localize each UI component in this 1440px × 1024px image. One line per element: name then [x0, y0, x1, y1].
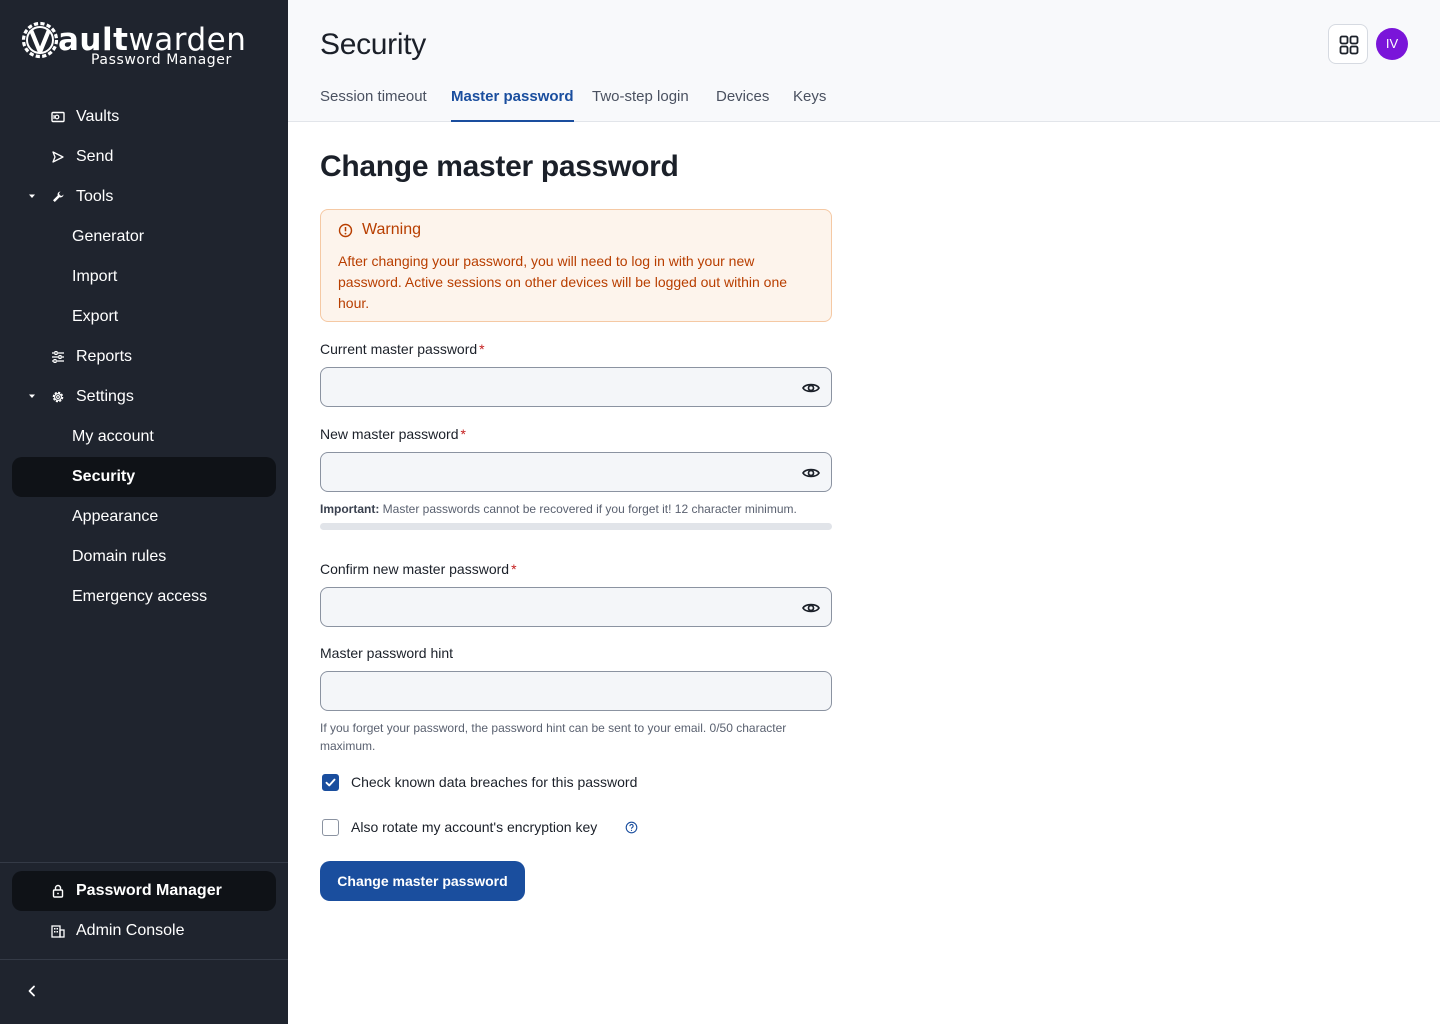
current-password-label: Current master password *	[320, 341, 485, 357]
sidebar-item-label: Tools	[76, 188, 114, 205]
password-strength-meter	[320, 523, 832, 530]
reports-icon	[52, 351, 64, 363]
vaultwarden-logo[interactable]: aultwarden Password Manager	[20, 18, 246, 74]
page-header: Security IV Session timeout Master passw…	[288, 0, 1440, 122]
caret-down-icon[interactable]	[26, 190, 38, 202]
sidebar-item-my-account[interactable]: My account	[12, 417, 276, 457]
sidebar-item-security[interactable]: Security	[12, 457, 276, 497]
gear-logo-icon	[21, 21, 59, 59]
sidebar-item-appearance[interactable]: Appearance	[12, 497, 276, 537]
eye-icon[interactable]	[801, 378, 821, 398]
tab-keys[interactable]: Keys	[793, 88, 826, 122]
confirm-password-label: Confirm new master password *	[320, 561, 517, 577]
sidebar-item-emergency-access[interactable]: Emergency access	[12, 577, 276, 617]
warning-title: Warning	[362, 221, 421, 238]
eye-icon[interactable]	[801, 598, 821, 618]
password-hint-help: If you forget your password, the passwor…	[320, 721, 787, 753]
new-password-label: New master password *	[320, 426, 466, 442]
sidebar-item-label: Appearance	[72, 508, 159, 525]
current-password-field	[320, 367, 832, 407]
product-switcher-password-manager[interactable]: Password Manager	[12, 871, 276, 911]
tab-devices[interactable]: Devices	[716, 88, 769, 122]
send-icon	[52, 151, 64, 163]
sidebar-item-label: Vaults	[76, 108, 120, 125]
sidebar-item-vaults[interactable]: Vaults	[12, 97, 276, 137]
warning-icon	[338, 223, 353, 238]
sidebar-item-import[interactable]: Import	[12, 257, 276, 297]
password-hint-label: Master password hint	[320, 645, 454, 661]
question-circle-icon[interactable]	[625, 821, 638, 834]
sidebar-item-label: Generator	[72, 228, 145, 245]
sidebar-item-send[interactable]: Send	[12, 137, 276, 177]
product-switcher-admin-console[interactable]: Admin Console	[12, 911, 276, 951]
new-password-input[interactable]	[333, 453, 793, 491]
building-icon	[51, 925, 65, 938]
current-password-input[interactable]	[333, 368, 793, 406]
tab-two-step-login[interactable]: Two-step login	[592, 88, 689, 122]
rotate-key-checkbox[interactable]	[322, 819, 339, 836]
product-label: Password Manager	[76, 882, 222, 899]
warning-body: After changing your password, you will n…	[338, 253, 788, 311]
new-password-hint: Important: Master passwords cannot be re…	[320, 502, 797, 516]
password-hint-field	[320, 671, 832, 711]
sidebar-divider	[0, 959, 288, 960]
sidebar-divider	[0, 862, 288, 863]
page-title: Security	[320, 28, 426, 61]
checkmark-icon	[325, 778, 336, 787]
sidebar-item-settings[interactable]: Settings	[12, 377, 276, 417]
sidebar-item-label: Emergency access	[72, 588, 208, 605]
rotate-key-checkbox-label[interactable]: Also rotate my account's encryption key	[351, 819, 597, 835]
wrench-icon	[53, 191, 64, 202]
breach-checkbox-label[interactable]: Check known data breaches for this passw…	[351, 774, 637, 790]
breach-checkbox[interactable]	[322, 774, 339, 791]
confirm-password-field	[320, 587, 832, 627]
sidebar-item-domain-rules[interactable]: Domain rules	[12, 537, 276, 577]
gear-icon	[52, 391, 64, 403]
sidebar-item-tools[interactable]: Tools	[12, 177, 276, 217]
sidebar-item-label: Send	[76, 148, 114, 165]
sidebar-item-reports[interactable]: Reports	[12, 337, 276, 377]
sidebar-item-generator[interactable]: Generator	[12, 217, 276, 257]
caret-down-icon[interactable]	[26, 390, 38, 402]
password-hint-input[interactable]	[333, 672, 793, 710]
sidebar-item-label: My account	[72, 428, 154, 445]
lock-icon	[52, 884, 64, 898]
sidebar-item-label: Import	[72, 268, 118, 285]
product-label: Admin Console	[76, 922, 185, 939]
chevron-left-icon[interactable]	[22, 981, 42, 1001]
logo-subtitle: Password Manager	[91, 52, 232, 68]
avatar[interactable]: IV	[1376, 28, 1408, 60]
tab-master-password[interactable]: Master password	[451, 88, 574, 122]
change-master-password-button[interactable]: Change master password	[320, 861, 525, 901]
grid-icon	[1339, 35, 1359, 55]
sidebar-item-label: Reports	[76, 348, 133, 365]
eye-icon[interactable]	[801, 463, 821, 483]
sidebar-item-label: Domain rules	[72, 548, 167, 565]
vault-icon	[51, 111, 65, 123]
sidebar-item-label: Export	[72, 308, 119, 325]
tab-session-timeout[interactable]: Session timeout	[320, 88, 427, 122]
sidebar-item-label: Settings	[76, 388, 134, 405]
warning-callout: Warning After changing your password, yo…	[320, 209, 832, 322]
app-switcher-button[interactable]	[1328, 24, 1368, 64]
sidebar-item-export[interactable]: Export	[12, 297, 276, 337]
section-title: Change master password	[320, 150, 679, 183]
confirm-password-input[interactable]	[333, 588, 793, 626]
new-password-field	[320, 452, 832, 492]
sidebar: aultwarden Password Manager Vaults Send …	[0, 0, 288, 1024]
sidebar-item-label: Security	[72, 468, 136, 485]
